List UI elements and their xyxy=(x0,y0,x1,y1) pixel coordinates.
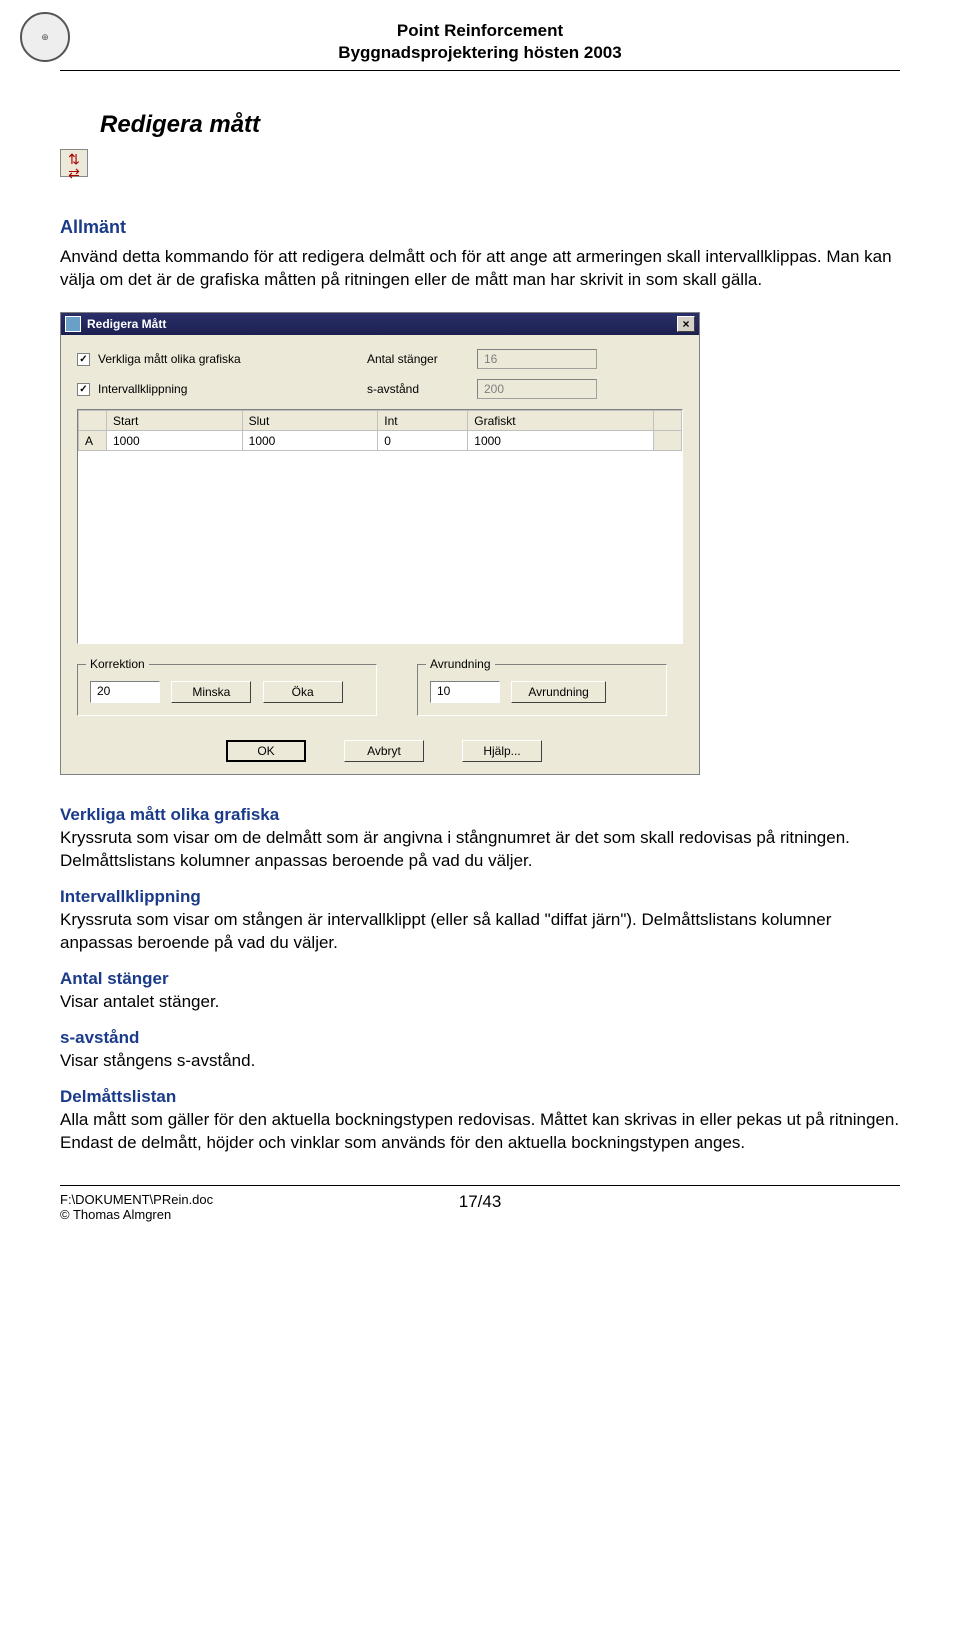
col-grafiskt: Grafiskt xyxy=(468,411,654,431)
table-row[interactable]: A 1000 1000 0 1000 xyxy=(79,431,682,451)
antal-heading: Antal stänger xyxy=(60,969,900,989)
footer-page: 17/43 xyxy=(459,1192,502,1222)
oka-button[interactable]: Öka xyxy=(263,681,343,703)
avbryt-button[interactable]: Avbryt xyxy=(344,740,424,762)
label-savst: s-avstånd xyxy=(367,382,477,396)
verkliga-heading: Verkliga mått olika grafiska xyxy=(60,805,900,825)
section-title: Redigera mått xyxy=(100,111,900,139)
footer-copyright: © Thomas Almgren xyxy=(60,1207,459,1222)
lista-body: Alla mått som gäller för den aktuella bo… xyxy=(60,1109,900,1155)
footer-path: F:\DOKUMENT\PRein.doc xyxy=(60,1192,459,1207)
field-avrundning[interactable]: 10 xyxy=(430,681,500,703)
checkbox-intervall[interactable] xyxy=(77,383,90,396)
allmant-body: Använd detta kommando för att redigera d… xyxy=(60,246,900,292)
savst-body: Visar stångens s-avstånd. xyxy=(60,1050,900,1073)
avrundning-button[interactable]: Avrundning xyxy=(511,681,606,703)
group-korrektion: Korrektion 20 Minska Öka xyxy=(77,664,377,716)
allmant-heading: Allmänt xyxy=(60,217,900,238)
legend-avrundning: Avrundning xyxy=(426,657,495,671)
antal-body: Visar antalet stänger. xyxy=(60,991,900,1014)
cell-rowlabel: A xyxy=(79,431,107,451)
verkliga-body: Kryssruta som visar om de delmått som är… xyxy=(60,827,900,873)
redigera-matt-dialog: Redigera Mått × Verkliga mått olika graf… xyxy=(60,312,700,775)
col-start: Start xyxy=(107,411,243,431)
label-antal: Antal stänger xyxy=(367,352,477,366)
cell-start[interactable]: 1000 xyxy=(107,431,243,451)
header-title-2: Byggnadsprojektering hösten 2003 xyxy=(60,42,900,64)
intervall-body: Kryssruta som visar om stången är interv… xyxy=(60,909,900,955)
edit-dimension-icon: ⇅⇄ xyxy=(60,149,88,177)
col-tail xyxy=(654,411,682,431)
page-header: ⊕ Point Reinforcement Byggnadsprojekteri… xyxy=(60,20,900,71)
minska-button[interactable]: Minska xyxy=(171,681,251,703)
dimension-grid[interactable]: Start Slut Int Grafiskt A 1000 1000 0 10… xyxy=(77,409,683,644)
group-avrundning: Avrundning 10 Avrundning xyxy=(417,664,667,716)
dialog-titlebar: Redigera Mått × xyxy=(61,313,699,335)
intervall-heading: Intervallklippning xyxy=(60,887,900,907)
field-antal: 16 xyxy=(477,349,597,369)
field-savst: 200 xyxy=(477,379,597,399)
legend-korrektion: Korrektion xyxy=(86,657,149,671)
cell-grafiskt[interactable]: 1000 xyxy=(468,431,654,451)
seal-icon: ⊕ xyxy=(20,12,70,62)
header-title-1: Point Reinforcement xyxy=(60,20,900,42)
checkbox-verkliga[interactable] xyxy=(77,353,90,366)
dialog-title: Redigera Mått xyxy=(87,317,677,331)
hjalp-button[interactable]: Hjälp... xyxy=(462,740,542,762)
col-slut: Slut xyxy=(242,411,378,431)
dialog-icon xyxy=(65,316,81,332)
ok-button[interactable]: OK xyxy=(226,740,306,762)
close-icon[interactable]: × xyxy=(677,316,695,332)
cell-slut[interactable]: 1000 xyxy=(242,431,378,451)
page-footer: F:\DOKUMENT\PRein.doc © Thomas Almgren 1… xyxy=(60,1185,900,1222)
label-verkliga: Verkliga mått olika grafiska xyxy=(98,352,241,366)
label-intervall: Intervallklippning xyxy=(98,382,187,396)
savst-heading: s-avstånd xyxy=(60,1028,900,1048)
col-int: Int xyxy=(378,411,468,431)
cell-int[interactable]: 0 xyxy=(378,431,468,451)
col-blank xyxy=(79,411,107,431)
field-korrektion[interactable]: 20 xyxy=(90,681,160,703)
lista-heading: Delmåttslistan xyxy=(60,1087,900,1107)
